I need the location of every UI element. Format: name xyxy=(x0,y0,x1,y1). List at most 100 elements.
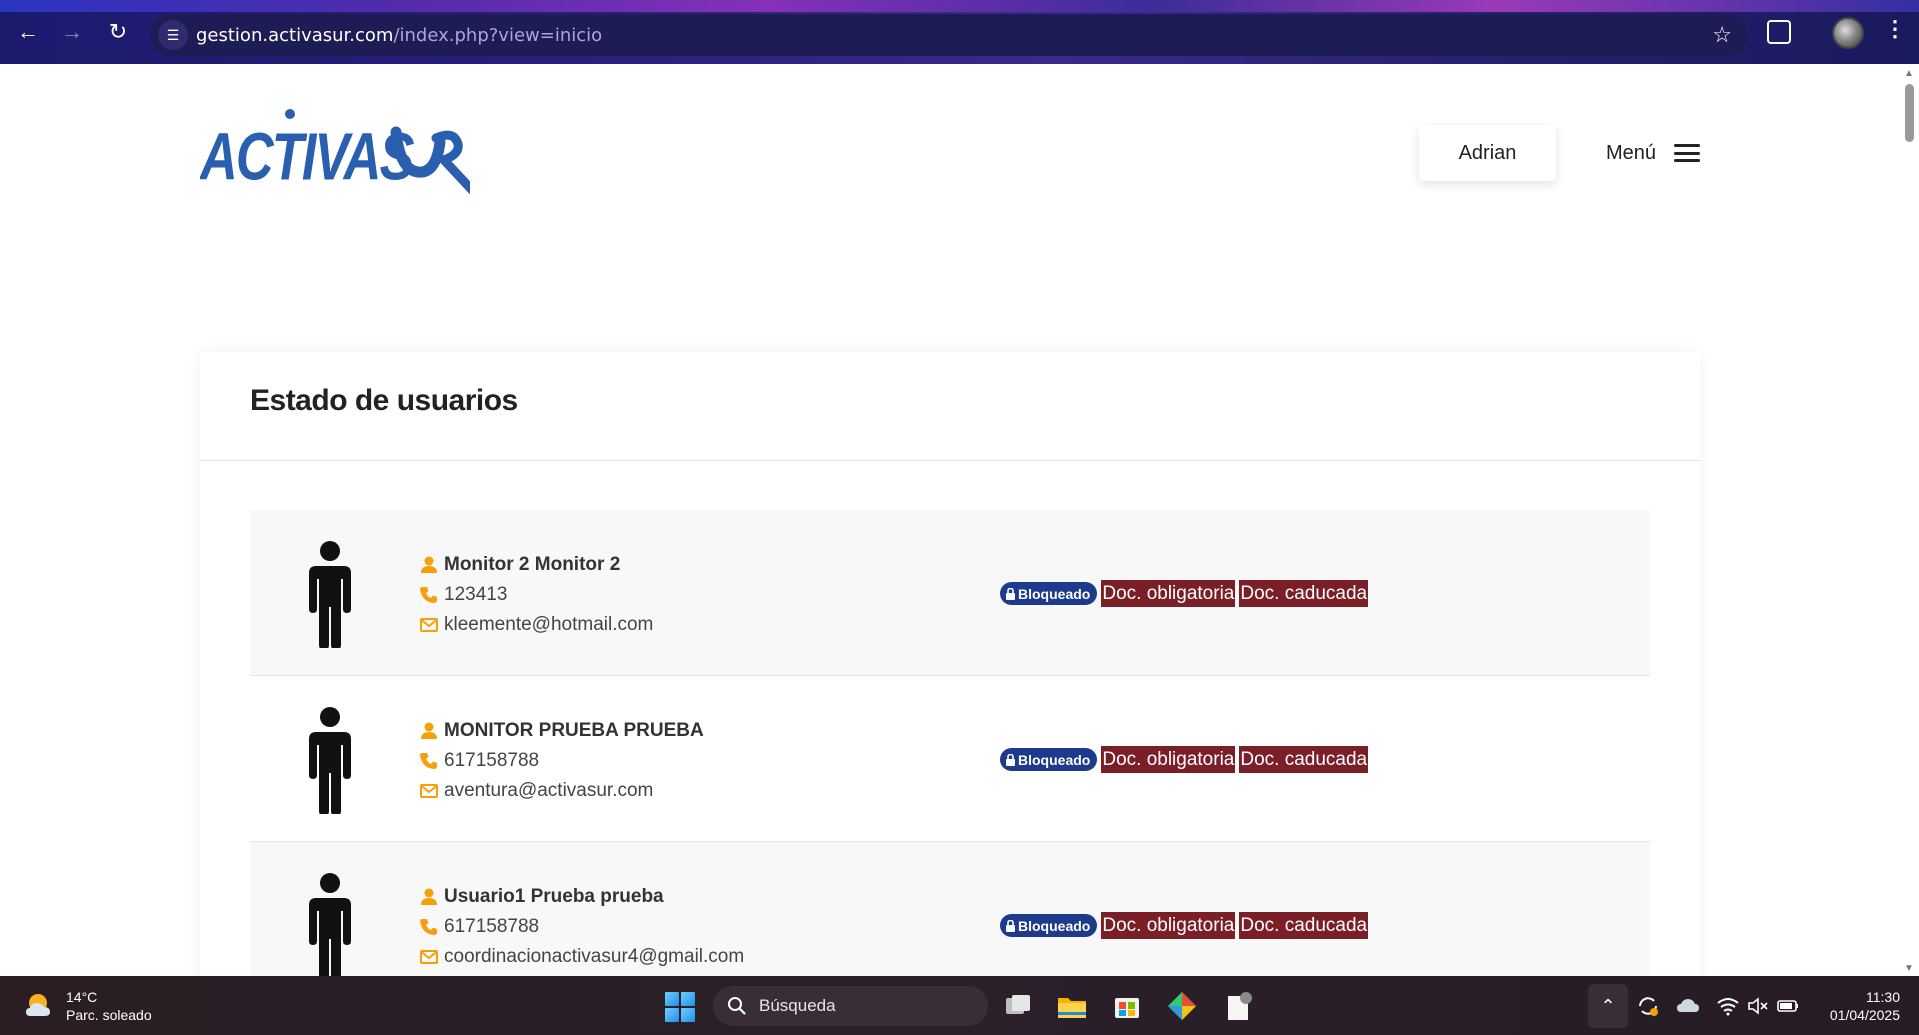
scroll-up-icon[interactable]: ▲ xyxy=(1904,68,1914,79)
user-info: Usuario1 Prueba prueba 617158788 coordin… xyxy=(420,882,744,972)
page-content: ACTIVAS Adrian Menú Estado de usuarios M… xyxy=(0,64,1900,976)
users-status-card: Estado de usuarios Monitor 2 Monitor 2 1… xyxy=(200,352,1700,976)
doc-required-badge: Doc. obligatoria xyxy=(1101,912,1236,939)
taskbar-search[interactable]: Búsqueda xyxy=(713,986,988,1026)
user-row[interactable]: Monitor 2 Monitor 2 123413 kleemente@hot… xyxy=(250,510,1650,676)
envelope-icon xyxy=(420,950,438,964)
status-badge: Bloqueado xyxy=(1000,914,1098,937)
scrollbar-thumb[interactable] xyxy=(1905,84,1914,142)
bookmark-star-icon[interactable]: ☆ xyxy=(1712,22,1732,48)
scroll-down-icon[interactable]: ▼ xyxy=(1904,963,1914,974)
user-account-button[interactable]: Adrian xyxy=(1419,125,1556,181)
user-name: Monitor 2 Monitor 2 xyxy=(444,554,621,575)
person-figure-icon xyxy=(309,707,351,814)
clock-date: 01/04/2025 xyxy=(1829,1007,1900,1023)
user-phone-line: 617158788 xyxy=(420,746,704,776)
profile-avatar[interactable] xyxy=(1832,17,1864,49)
windows-start-icon[interactable] xyxy=(665,992,695,1022)
address-bar[interactable]: ☰ gestion.activasur.com/index.php?view=i… xyxy=(150,14,1748,56)
user-row[interactable]: Usuario1 Prueba prueba 617158788 coordin… xyxy=(250,842,1650,976)
activasur-logo[interactable]: ACTIVAS xyxy=(198,108,477,198)
person-figure-icon xyxy=(309,541,351,648)
windows-taskbar: 14°C Parc. soleado Búsqueda ⌃ 11:30 01/0… xyxy=(0,976,1919,1035)
user-name-line: Monitor 2 Monitor 2 xyxy=(420,550,653,580)
user-name: Usuario1 Prueba prueba xyxy=(444,886,664,907)
doc-expired-badge: Doc. caducada xyxy=(1239,580,1369,607)
wifi-icon[interactable] xyxy=(1716,994,1740,1018)
lock-icon xyxy=(1006,753,1015,766)
hamburger-icon xyxy=(1674,144,1701,162)
svg-text:ACTIVAS: ACTIVAS xyxy=(200,119,414,194)
user-icon xyxy=(421,888,437,905)
doc-required-badge: Doc. obligatoria xyxy=(1101,746,1236,773)
forward-icon[interactable]: → xyxy=(58,18,86,46)
user-email: aventura@activasur.com xyxy=(444,780,654,801)
status-badges: Bloqueado Doc. obligatoria Doc. caducada xyxy=(1000,746,1369,773)
search-icon xyxy=(728,997,746,1015)
app-diamond-icon[interactable] xyxy=(1166,990,1198,1022)
user-info: Monitor 2 Monitor 2 123413 kleemente@hot… xyxy=(420,550,653,640)
lock-icon xyxy=(1006,919,1015,932)
page-scrollbar[interactable]: ▲ ▼ xyxy=(1900,64,1919,976)
browser-toolbar: ← → ↻ ☰ gestion.activasur.com/index.php?… xyxy=(0,0,1919,64)
doc-required-badge: Doc. obligatoria xyxy=(1101,580,1236,607)
lock-icon xyxy=(1006,587,1015,600)
weather-condition: Parc. soleado xyxy=(66,1007,152,1023)
reload-icon[interactable]: ↻ xyxy=(104,18,132,46)
user-phone: 617158788 xyxy=(444,750,540,771)
user-row[interactable]: MONITOR PRUEBA PRUEBA 617158788 aventura… xyxy=(250,676,1650,842)
user-name-line: MONITOR PRUEBA PRUEBA xyxy=(420,716,704,746)
person-figure-icon xyxy=(309,873,351,976)
extensions-icon[interactable] xyxy=(1767,20,1791,44)
user-icon xyxy=(421,556,437,573)
browser-app-icon[interactable] xyxy=(1222,990,1254,1022)
phone-icon xyxy=(420,753,437,769)
user-email: kleemente@hotmail.com xyxy=(444,614,654,635)
user-phone: 617158788 xyxy=(444,916,540,937)
microsoft-store-icon[interactable] xyxy=(1111,990,1143,1022)
user-phone-line: 123413 xyxy=(420,580,653,610)
phone-icon xyxy=(420,587,437,603)
user-icon xyxy=(421,722,437,739)
envelope-icon xyxy=(420,784,438,798)
volume-muted-icon[interactable] xyxy=(1746,994,1770,1018)
user-name: MONITOR PRUEBA PRUEBA xyxy=(444,720,704,741)
kebab-icon[interactable]: ⋮ xyxy=(1884,16,1906,42)
back-icon[interactable]: ← xyxy=(14,18,42,46)
user-email-line: kleemente@hotmail.com xyxy=(420,610,653,640)
url-text[interactable]: gestion.activasur.com/index.php?view=ini… xyxy=(196,25,602,46)
onedrive-icon[interactable] xyxy=(1676,994,1700,1018)
menu-label: Menú xyxy=(1606,141,1657,164)
user-name-line: Usuario1 Prueba prueba xyxy=(420,882,744,912)
status-badge: Bloqueado xyxy=(1000,748,1098,771)
main-menu-button[interactable]: Menú xyxy=(1606,137,1701,169)
user-email-line: aventura@activasur.com xyxy=(420,776,704,806)
envelope-icon xyxy=(420,618,438,632)
section-title: Estado de usuarios xyxy=(250,384,518,417)
weather-widget[interactable]: 14°C Parc. soleado xyxy=(24,988,152,1024)
doc-expired-badge: Doc. caducada xyxy=(1239,912,1369,939)
site-info-icon[interactable]: ☰ xyxy=(158,20,188,50)
status-badge: Bloqueado xyxy=(1000,582,1098,605)
user-info: MONITOR PRUEBA PRUEBA 617158788 aventura… xyxy=(420,716,704,806)
search-placeholder: Búsqueda xyxy=(759,996,836,1015)
show-hidden-icons-button[interactable]: ⌃ xyxy=(1588,984,1628,1028)
task-view-icon[interactable] xyxy=(1002,990,1034,1022)
user-email-line: coordinacionactivasur4@gmail.com xyxy=(420,942,744,972)
user-phone: 123413 xyxy=(444,584,508,605)
divider xyxy=(200,460,1700,461)
user-phone-line: 617158788 xyxy=(420,912,744,942)
phone-icon xyxy=(420,919,437,935)
user-email: coordinacionactivasur4@gmail.com xyxy=(444,946,745,967)
weather-icon xyxy=(26,994,50,1016)
file-explorer-icon[interactable] xyxy=(1056,990,1088,1022)
system-clock[interactable]: 11:30 01/04/2025 xyxy=(1815,988,1900,1024)
status-badges: Bloqueado Doc. obligatoria Doc. caducada xyxy=(1000,912,1369,939)
battery-icon[interactable] xyxy=(1776,994,1800,1018)
status-badges: Bloqueado Doc. obligatoria Doc. caducada xyxy=(1000,580,1369,607)
sync-icon[interactable] xyxy=(1636,994,1660,1018)
clock-time: 11:30 xyxy=(1866,989,1900,1005)
weather-temperature: 14°C xyxy=(66,989,98,1005)
tab-strip-decoration xyxy=(0,0,1919,12)
doc-expired-badge: Doc. caducada xyxy=(1239,746,1369,773)
